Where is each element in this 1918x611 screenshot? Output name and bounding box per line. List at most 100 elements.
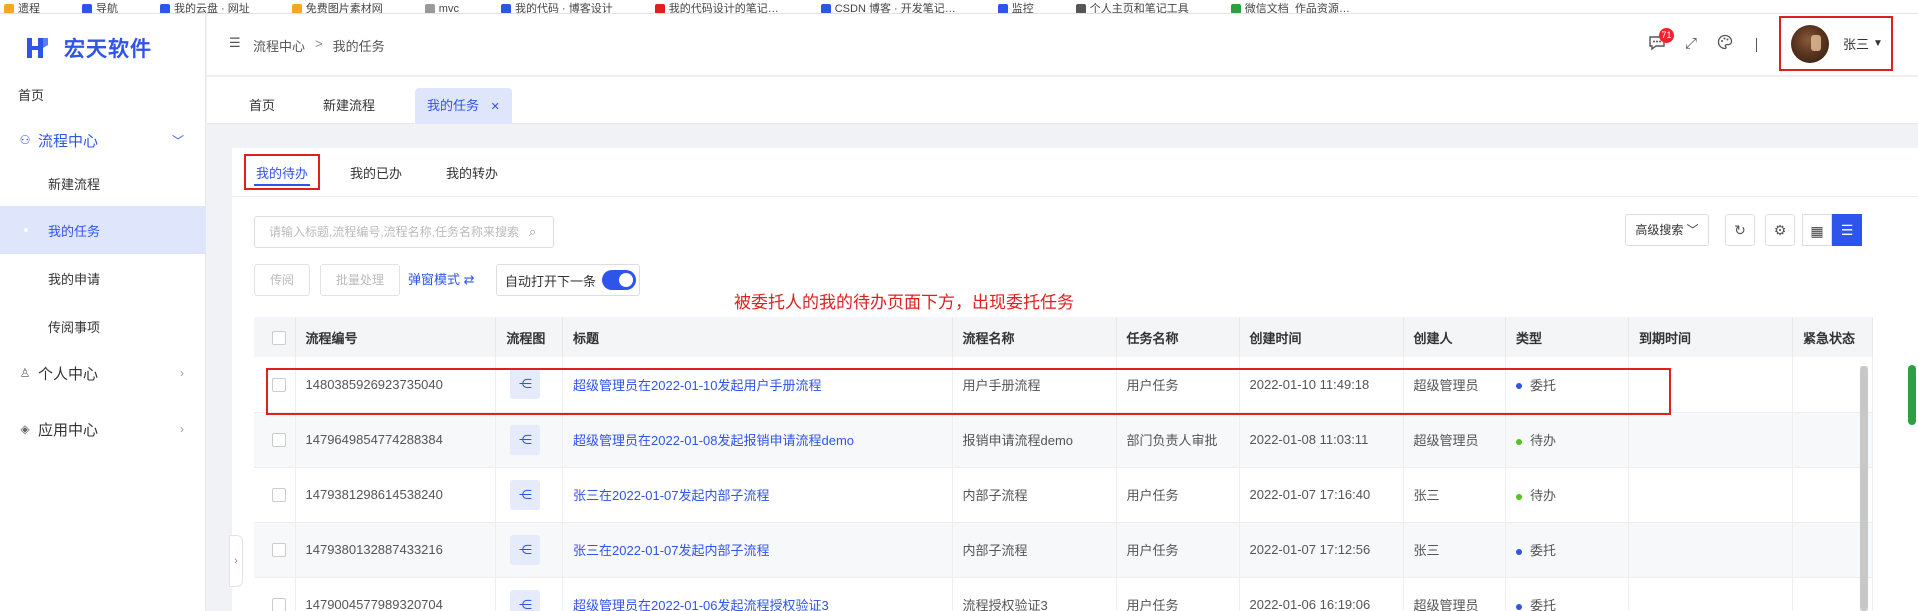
task-title-link[interactable]: 超级管理员在2022-01-08发起报销申请流程demo (573, 433, 854, 448)
close-icon[interactable]: ✕ (491, 101, 500, 113)
column-header: 任务名称 (1116, 317, 1240, 357)
table-row[interactable]: 1479381298614538240 ⋲ 张三在2022-01-07发起内部子流程… (254, 467, 1873, 523)
breadcrumb-item[interactable]: 流程中心 (253, 36, 305, 55)
nav-group-app-center[interactable]: ◈ 应用中心 › (0, 405, 206, 453)
table-row[interactable]: 1479380132887433216 ⋲ 张三在2022-01-07发起内部子流程… (254, 522, 1873, 578)
search-input[interactable] (269, 225, 529, 239)
bookmark-item[interactable]: 监控 (994, 4, 1034, 13)
advanced-search-label: 高级搜索 (1635, 223, 1684, 237)
tab-transferred[interactable]: 我的转办 (436, 156, 508, 192)
bookmark-item[interactable]: 微信文档_作品资源… (1227, 3, 1350, 14)
forward-button[interactable]: 传阅 (254, 264, 310, 296)
flowchart-icon[interactable]: ⋲ (510, 589, 541, 611)
auto-open-switch[interactable] (602, 270, 637, 290)
title-cell: 张三在2022-01-07发起内部子流程 (562, 522, 953, 578)
row-checkbox[interactable] (272, 488, 286, 503)
column-header: 流程编号 (295, 317, 497, 357)
flowchart-icon[interactable]: ⋲ (510, 479, 541, 510)
bookmark-icon (4, 4, 14, 13)
flowchart-icon[interactable]: ⋲ (510, 369, 541, 400)
nav-home[interactable]: 首页 (0, 70, 206, 118)
bookmark-item[interactable]: 免费图片素材网 (288, 4, 383, 13)
task-name-cell: 用户任务 (1116, 467, 1240, 523)
tab-new-process[interactable]: 新建流程 (311, 88, 387, 124)
menu-collapse-icon[interactable]: ☰ (229, 36, 243, 50)
created-time-cell: 2022-01-07 17:16:40 (1239, 467, 1404, 523)
column-header: 创建人 (1403, 317, 1507, 357)
sidebar-item-my-tasks[interactable]: 我的任务 (0, 206, 206, 254)
bookmark-item[interactable]: 导航 (78, 4, 118, 13)
task-title-link[interactable]: 超级管理员在2022-01-10发起用户手册流程 (573, 378, 822, 393)
bookmark-label: CSDN 博客 · 开发笔记… (834, 3, 956, 14)
scrollbar-thumb[interactable] (1860, 366, 1868, 611)
sidebar-item-new-process[interactable]: 新建流程 (0, 159, 206, 207)
creator-cell: 张三 (1403, 467, 1507, 523)
bookmark-item[interactable]: 遗程 (0, 4, 40, 13)
grid-view-button[interactable]: ▦ (1802, 214, 1832, 246)
nav-group-flow-center[interactable]: ⚇ 流程中心 ﹀ (0, 116, 206, 164)
bookmark-item[interactable]: 我的云盘 · 网址 (156, 4, 250, 13)
row-checkbox[interactable] (272, 598, 286, 611)
expand-panel-toggle[interactable]: › (229, 535, 243, 587)
tab-my-tasks[interactable]: 我的任务 ✕ (415, 88, 512, 124)
sidebar: 宏天软件 首页 ⚇ 流程中心 ﹀ 新建流程 我的任务 我的申请 传阅事项 ♙ 个… (0, 14, 206, 611)
sidebar-item-my-applications[interactable]: 我的申请 (0, 254, 206, 302)
table-scrollbar[interactable] (1860, 366, 1868, 611)
flowchart-icon[interactable]: ⋲ (510, 424, 541, 455)
refresh-button[interactable]: ↻ (1725, 214, 1755, 246)
creator-cell: 超级管理员 (1403, 412, 1507, 468)
table-row[interactable]: 1480385926923735040 ⋲ 超级管理员在2022-01-10发起用户… (254, 357, 1873, 413)
user-menu[interactable]: 张三 ▼ (1779, 16, 1893, 71)
theme-palette-icon[interactable] (1715, 34, 1735, 54)
message-count-badge: 71 (1659, 28, 1674, 43)
row-checkbox[interactable] (272, 433, 286, 448)
fullscreen-icon[interactable]: ⤢ (1681, 34, 1701, 54)
bookmark-item[interactable]: 我的代码设计的笔记… (651, 4, 779, 13)
created-time-cell: 2022-01-06 16:19:06 (1239, 577, 1404, 611)
bookmark-label: 微信文档_作品资源… (1244, 3, 1350, 14)
tab-pending[interactable]: 我的待办 (244, 154, 321, 190)
row-select-cell (254, 412, 296, 468)
bookmark-item[interactable]: mvc (421, 4, 459, 13)
table-row[interactable]: 1479649854774288384 ⋲ 超级管理员在2022-01-08发起报销… (254, 412, 1873, 468)
flowchart-icon[interactable]: ⋲ (510, 534, 541, 565)
nav-home-label: 首页 (18, 87, 45, 103)
due-time-cell (1628, 412, 1794, 468)
settings-button[interactable]: ⚙ (1765, 214, 1795, 246)
bookmark-item[interactable]: CSDN 博客 · 开发笔记… (817, 3, 956, 14)
message-icon[interactable]: 71 (1647, 28, 1674, 54)
task-name-cell: 用户任务 (1116, 357, 1240, 413)
breadcrumb-item: 我的任务 (332, 39, 385, 54)
refresh-icon: ↻ (1734, 222, 1746, 238)
nav-group-personal-center[interactable]: ♙ 个人中心 › (0, 349, 206, 397)
bookmark-item[interactable]: 我的代码 · 博客设计 (497, 4, 613, 13)
advanced-search-button[interactable]: 高级搜索 ﹀ (1625, 214, 1709, 246)
table-row[interactable]: 1479004577989320704 ⋲ 超级管理员在2022-01-06发起流程… (254, 577, 1873, 611)
task-title-link[interactable]: 张三在2022-01-07发起内部子流程 (573, 488, 770, 503)
list-view-button[interactable]: ☰ (1832, 214, 1862, 246)
batch-process-button[interactable]: 批量处理 (320, 264, 400, 296)
popup-mode-label: 弹窗模式 (408, 272, 461, 287)
sidebar-item-circulated[interactable]: 传阅事项 (0, 302, 206, 350)
tab-home[interactable]: 首页 (237, 88, 287, 124)
flowchart-cell: ⋲ (495, 412, 564, 468)
task-title-link[interactable]: 超级管理员在2022-01-06发起流程授权验证3 (573, 598, 829, 611)
row-checkbox[interactable] (272, 378, 286, 393)
task-table: 流程编号 流程图 标题 流程名称 任务名称 创建时间 创建人 类型 到期时间 紧… (254, 317, 1873, 611)
status-dot-icon (1516, 493, 1523, 500)
popup-mode-toggle[interactable]: 弹窗模式 ⇄ (408, 264, 475, 296)
page-scrollbar-thumb[interactable] (1908, 365, 1916, 425)
row-select-cell (254, 522, 296, 578)
column-header: 创建时间 (1239, 317, 1404, 357)
row-checkbox[interactable] (272, 543, 286, 558)
tab-done[interactable]: 我的已办 (340, 156, 412, 192)
search-icon[interactable]: ⌕ (529, 224, 536, 240)
select-all-checkbox[interactable] (272, 330, 286, 345)
bookmark-item[interactable]: 个人主页和笔记工具 (1072, 4, 1189, 13)
tab-label: 首页 (249, 98, 276, 113)
task-title-link[interactable]: 张三在2022-01-07发起内部子流程 (573, 543, 770, 558)
nav-group-label: 应用中心 (38, 421, 99, 439)
status-dot-icon (1516, 603, 1523, 610)
chevron-right-icon: › (180, 422, 184, 436)
flowchart-cell: ⋲ (495, 522, 564, 578)
